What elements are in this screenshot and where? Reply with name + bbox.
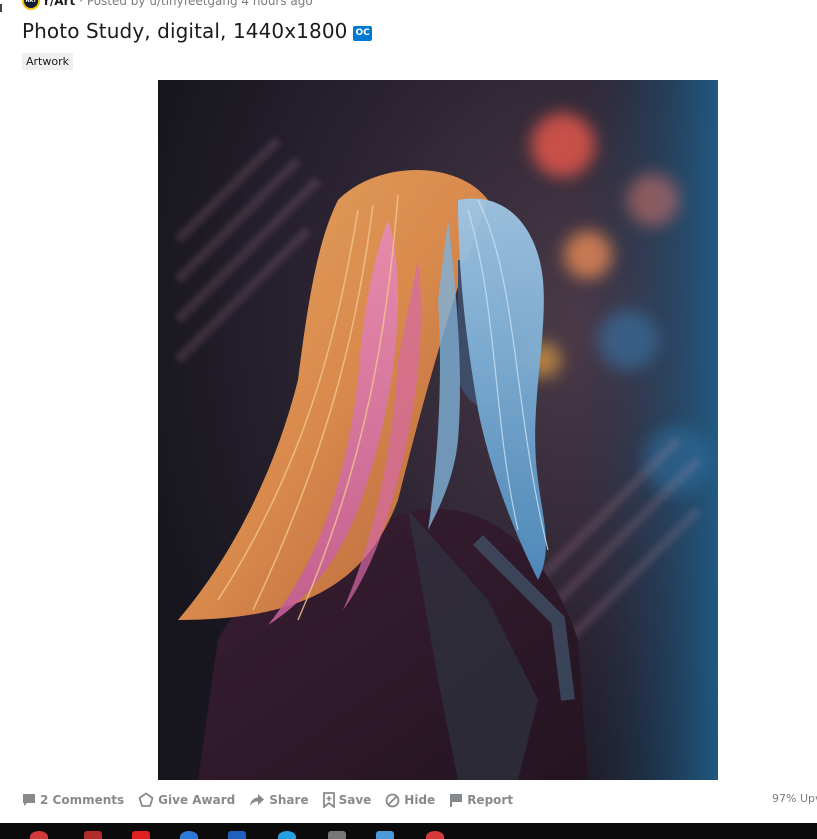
share-arrow-icon — [250, 794, 265, 806]
oc-badge: OC — [353, 25, 372, 41]
hide-circle-icon — [385, 793, 400, 807]
taskbar-app-icon[interactable] — [328, 831, 346, 839]
taskbar-app-icon[interactable] — [132, 831, 150, 839]
post-flair[interactable]: Artwork — [22, 53, 73, 70]
give-award-button[interactable]: Give Award — [138, 792, 235, 808]
edge-marker — [0, 4, 2, 12]
taskbar-app-icon[interactable] — [376, 831, 394, 839]
comments-button[interactable]: 2 Comments — [22, 793, 124, 807]
taskbar-app-icon[interactable] — [228, 831, 246, 839]
award-icon — [138, 792, 154, 807]
taskbar-app-icon[interactable] — [180, 831, 198, 839]
save-label: Save — [338, 793, 372, 807]
post-title[interactable]: Photo Study, digital, 1440x1800 — [22, 19, 347, 43]
report-button[interactable]: Report — [449, 793, 513, 807]
hide-label: Hide — [404, 793, 436, 807]
post-title-row: Photo Study, digital, 1440x1800 OC — [22, 19, 372, 43]
post-image[interactable] — [158, 80, 718, 780]
report-label: Report — [467, 793, 514, 807]
flag-icon — [450, 794, 463, 807]
subreddit-link[interactable]: r/Art — [44, 0, 75, 8]
taskbar-app-icon[interactable] — [426, 831, 444, 839]
comment-bubble-icon — [23, 794, 35, 806]
give-award-label: Give Award — [158, 793, 236, 807]
taskbar-app-icon[interactable] — [30, 831, 48, 839]
hide-button[interactable]: Hide — [385, 793, 435, 808]
comments-label: 2 Comments — [40, 793, 125, 807]
taskbar-app-icon[interactable] — [84, 831, 102, 839]
save-button[interactable]: Save — [322, 792, 372, 808]
artwork-painting — [158, 80, 718, 780]
posted-by: · Posted by u/tinyfeetgang 4 hours ago — [79, 0, 313, 8]
share-button[interactable]: Share — [249, 793, 309, 807]
bookmark-icon — [322, 792, 335, 808]
upvote-ratio: 97% Upv — [772, 792, 817, 805]
share-label: Share — [269, 793, 309, 807]
os-taskbar — [0, 823, 817, 839]
post-actions-bar: 2 Comments Give Award Share Save Hide Re… — [22, 790, 527, 810]
taskbar-app-icon[interactable] — [278, 831, 296, 839]
post-meta: ART r/Art · Posted by u/tinyfeetgang 4 h… — [22, 0, 313, 10]
subreddit-avatar[interactable]: ART — [22, 0, 40, 10]
